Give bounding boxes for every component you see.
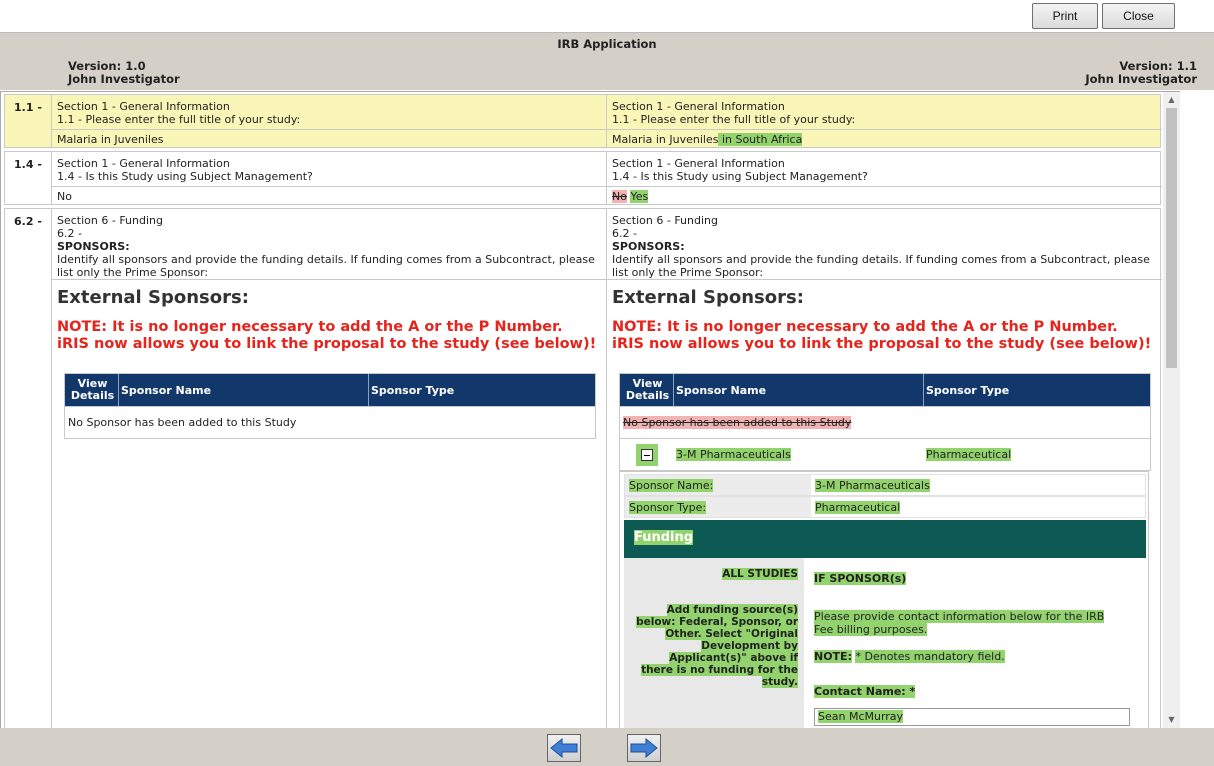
top-toolbar: Print Close <box>0 0 1214 32</box>
left-cell: Section 1 - General Information 1.1 - Pl… <box>52 95 607 147</box>
right-cell: Section 6 - Funding 6.2 - SPONSORS: Iden… <box>607 209 1162 728</box>
question-label: 1.4 - Is this Study using Subject Manage… <box>57 170 313 183</box>
minus-box-icon[interactable] <box>636 443 658 466</box>
left-cell: Section 1 - General Information 1.4 - Is… <box>52 152 607 204</box>
table-row: 3-M Pharmaceuticals Pharmaceutical <box>620 438 1150 470</box>
sponsors-heading: SPONSORS: <box>57 240 130 253</box>
contact-info-text: Please provide contact information below… <box>814 610 1105 636</box>
right-cell: Section 1 - General Information 1.1 - Pl… <box>607 95 1162 147</box>
question-label: 1.1 - Please enter the full title of you… <box>57 113 301 126</box>
comparison-content[interactable]: 1.1 - Section 1 - General Information 1.… <box>0 91 1180 728</box>
contact-name-label: Contact Name: * <box>814 685 916 698</box>
sponsor-name-cell: 3-M Pharmaceuticals <box>674 448 924 461</box>
view-details-cell <box>620 443 674 466</box>
section-label: Section 1 - General Information <box>612 157 785 170</box>
sponsors-instructions: Identify all sponsors and provide the fu… <box>57 253 595 279</box>
table-header: View Details Sponsor Name Sponsor Type <box>620 374 1150 406</box>
add-funding-instructions: Add funding source(s) below: Federal, Sp… <box>636 604 798 688</box>
all-studies-label: ALL STUDIES <box>722 568 798 580</box>
sponsor-note: NOTE: It is no longer necessary to add t… <box>612 319 1152 352</box>
sponsor-detail-panel: Sponsor Name: 3-M Pharmaceuticals Sponso… <box>619 471 1149 728</box>
left-arrow-icon <box>550 737 578 759</box>
sponsor-type-label: Sponsor Type: <box>625 497 811 517</box>
previous-button[interactable] <box>547 734 581 762</box>
sponsor-name-label: Sponsor Name: <box>625 475 811 495</box>
added-text: in South Africa <box>718 133 803 146</box>
section-label: Section 1 - General Information <box>57 157 230 170</box>
removed-text: No <box>612 190 627 203</box>
external-sponsors-title: External Sponsors: <box>612 287 804 308</box>
if-sponsor-label: IF SPONSOR(s) <box>814 572 907 585</box>
question-label: 1.1 - Please enter the full title of you… <box>612 113 856 126</box>
question-label: 6.2 - <box>57 227 82 240</box>
column-sponsor-type[interactable]: Sponsor Type <box>369 374 595 406</box>
page-title: IRB Application <box>557 37 657 51</box>
sponsor-type-cell: Pharmaceutical <box>924 448 1150 461</box>
column-sponsor-name[interactable]: Sponsor Name <box>119 374 369 406</box>
footer-nav <box>0 728 1214 766</box>
right-cell: Section 1 - General Information 1.4 - Is… <box>607 152 1162 204</box>
answer-value: No <box>52 186 606 205</box>
sponsors-heading: SPONSORS: <box>612 240 685 253</box>
mandatory-note: * Denotes mandatory field. <box>855 650 1005 663</box>
question-label: 1.4 - Is this Study using Subject Manage… <box>612 170 868 183</box>
sponsor-note: NOTE: It is no longer necessary to add t… <box>57 319 597 352</box>
sponsor-type-line: Sponsor Type: Pharmaceutical <box>624 496 1146 518</box>
left-user: John Investigator <box>68 72 180 86</box>
added-text: Yes <box>630 190 649 203</box>
table-header: View Details Sponsor Name Sponsor Type <box>65 374 595 406</box>
section-label: Section 6 - Funding <box>57 214 163 227</box>
sponsor-name-value: 3-M Pharmaceuticals <box>815 479 930 492</box>
next-button[interactable] <box>627 734 661 762</box>
empty-message-removed: No Sponsor has been added to this Study <box>620 406 1150 438</box>
added-text: 3-M Pharmaceuticals <box>676 448 791 461</box>
question-label: 6.2 - <box>612 227 637 240</box>
scroll-up-icon[interactable]: ▲ <box>1163 92 1180 108</box>
sponsor-table: View Details Sponsor Name Sponsor Type N… <box>64 373 596 439</box>
answer-value: Malaria in Juveniles in South Africa <box>607 129 1162 148</box>
funding-left-panel: ALL STUDIES Add funding source(s) below:… <box>624 558 804 728</box>
left-version-info: Version: 1.0 John Investigator <box>68 60 180 86</box>
question-row-1-1: 1.1 - Section 1 - General Information 1.… <box>4 94 1162 148</box>
section-label: Section 6 - Funding <box>612 214 718 227</box>
column-view-details: View Details <box>620 374 674 406</box>
question-row-1-4: 1.4 - Section 1 - General Information 1.… <box>4 151 1162 205</box>
sponsor-name-line: Sponsor Name: 3-M Pharmaceuticals <box>624 474 1146 496</box>
answer-value: Malaria in Juveniles <box>52 129 606 148</box>
contact-name-field[interactable]: Sean McMurray <box>814 708 1130 726</box>
question-number: 1.1 - <box>5 95 52 147</box>
empty-message: No Sponsor has been added to this Study <box>65 406 595 438</box>
question-number: 6.2 - <box>5 209 52 728</box>
funding-header: Funding <box>624 520 1146 558</box>
print-button[interactable]: Print <box>1032 3 1098 29</box>
column-view-details: View Details <box>65 374 119 406</box>
question-row-6-2: 6.2 - Section 6 - Funding 6.2 - SPONSORS… <box>4 208 1162 728</box>
scroll-down-icon[interactable]: ▼ <box>1163 712 1180 728</box>
added-text: Pharmaceutical <box>926 448 1012 461</box>
scroll-thumb[interactable] <box>1166 108 1177 368</box>
question-number: 1.4 - <box>5 152 52 204</box>
compare-header: IRB Application Version: 1.0 John Invest… <box>0 32 1214 90</box>
column-sponsor-name[interactable]: Sponsor Name <box>674 374 924 406</box>
sponsor-table: View Details Sponsor Name Sponsor Type N… <box>619 373 1151 471</box>
sponsors-instructions: Identify all sponsors and provide the fu… <box>612 253 1150 279</box>
removed-text: No Sponsor has been added to this Study <box>623 416 852 429</box>
left-cell: Section 6 - Funding 6.2 - SPONSORS: Iden… <box>52 209 607 728</box>
funding-title: Funding <box>634 530 694 545</box>
answer-value: No Yes <box>607 186 1162 205</box>
answer-text: Malaria in Juveniles <box>612 133 719 146</box>
section-label: Section 1 - General Information <box>57 100 230 113</box>
close-button[interactable]: Close <box>1102 3 1175 29</box>
right-version-info: Version: 1.1 John Investigator <box>1085 60 1197 86</box>
vertical-scrollbar[interactable]: ▲ ▼ <box>1163 92 1180 728</box>
external-sponsors-title: External Sponsors: <box>57 287 249 308</box>
sponsor-type-value: Pharmaceutical <box>815 501 901 514</box>
note-label: NOTE: <box>814 650 852 663</box>
right-user: John Investigator <box>1085 72 1197 86</box>
right-arrow-icon <box>630 737 658 759</box>
section-label: Section 1 - General Information <box>612 100 785 113</box>
column-sponsor-type[interactable]: Sponsor Type <box>924 374 1150 406</box>
